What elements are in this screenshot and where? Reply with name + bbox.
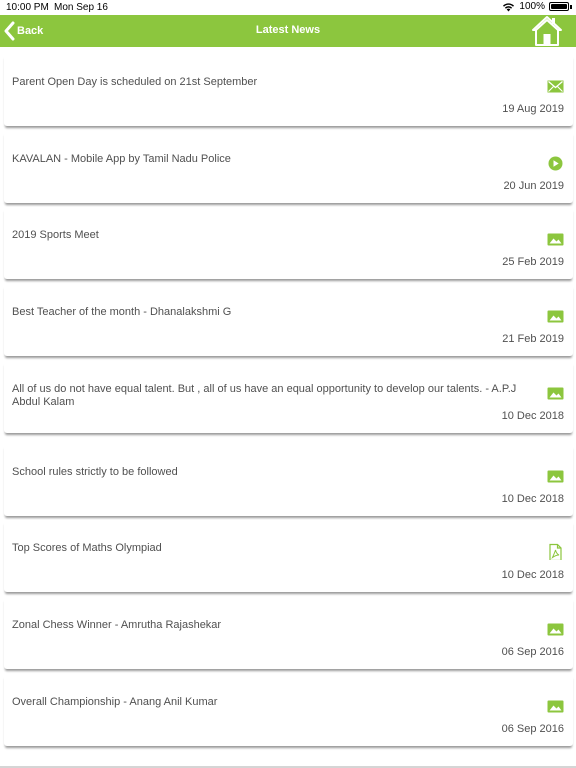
news-date: 20 Jun 2019 [503,180,564,192]
news-item[interactable]: Overall Championship - Anang Anil Kumar 0… [4,674,573,746]
news-title: All of us do not have equal talent. But … [12,383,517,408]
news-item[interactable]: 2019 Sports Meet 25 Feb 2019 [4,207,573,279]
news-title: Overall Championship - Anang Anil Kumar [12,696,218,708]
image-icon [547,232,564,247]
news-date: 19 Aug 2019 [502,103,564,115]
home-icon[interactable] [530,15,564,47]
news-item[interactable]: Top Scores of Maths Olympiad 10 Dec 2018 [4,520,573,592]
image-icon [547,469,564,484]
page-title: Latest News [255,24,321,36]
news-title: 2019 Sports Meet [12,229,99,241]
image-icon [547,309,564,324]
news-item[interactable]: School rules strictly to be followed 10 D… [4,444,573,516]
image-icon [547,699,564,714]
status-date: Mon Sep 16 [54,2,108,13]
wifi-icon [503,2,515,11]
news-title: Zonal Chess Winner - Amrutha Rajashekar [12,619,222,631]
image-icon [547,622,564,637]
battery-percent: 100% [519,1,545,12]
battery-icon [549,2,569,11]
news-item[interactable]: KAVALAN - Mobile App by Tamil Nadu Polic… [4,131,573,203]
navigation-bar: Back Latest News [0,15,576,47]
news-item[interactable]: Best Teacher of the month - Dhanalakshmi… [4,284,573,356]
news-date: 10 Dec 2018 [501,493,564,505]
news-date: 10 Dec 2018 [501,410,564,422]
news-title: Top Scores of Maths Olympiad [12,542,162,554]
news-item[interactable]: All of us do not have equal talent. But … [4,361,573,433]
news-title: Best Teacher of the month - Dhanalakshmi… [12,306,232,318]
pdf-icon [547,543,564,562]
image-icon [547,386,564,401]
news-date: 21 Feb 2019 [502,333,564,345]
mail-icon [547,79,564,94]
news-date: 06 Sep 2016 [501,646,564,658]
status-indicators: 100% [502,1,572,12]
news-item[interactable]: Parent Open Day is scheduled on 21st Sep… [4,54,573,126]
news-title: School rules strictly to be followed [12,466,178,478]
news-title: Parent Open Day is scheduled on 21st Sep… [12,76,258,88]
news-date: 10 Dec 2018 [501,569,564,581]
news-date: 06 Sep 2016 [501,723,564,735]
battery-tip [570,4,572,9]
news-title: KAVALAN - Mobile App by Tamil Nadu Polic… [12,153,231,165]
play-icon [547,156,564,171]
news-list: Parent Open Day is scheduled on 21st Sep… [0,47,576,768]
news-date: 25 Feb 2019 [502,256,564,268]
status-bar: 10:00 PM Mon Sep 16 100% [0,0,576,15]
news-item[interactable]: Zonal Chess Winner - Amrutha Rajashekar 0… [4,597,573,669]
status-time: 10:00 PM [6,2,49,13]
